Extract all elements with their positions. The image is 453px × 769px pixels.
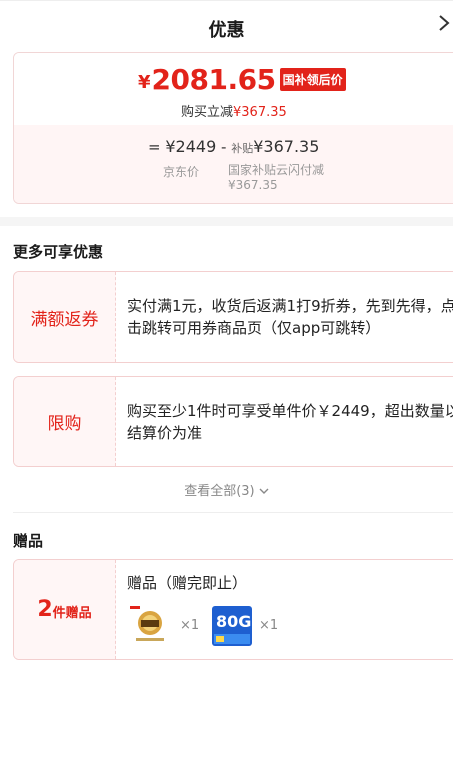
final-price-value: 2081.65: [151, 63, 277, 96]
price-breakdown: = ¥2449 - 补贴¥367.35 京东价 国家补贴云闪付减 ¥367.35: [14, 125, 453, 203]
gift-card: 2 件赠品 赠品（赠完即止） ×1 80G ×1: [13, 559, 453, 660]
gift-count-number: 2: [37, 597, 53, 622]
view-all-button[interactable]: 查看全部(3): [0, 480, 453, 499]
equals-sign: =: [148, 138, 161, 156]
currency-symbol: ¥: [138, 72, 151, 93]
instant-reduce: 购买立减¥367.35: [181, 101, 287, 120]
gift-qty-1: ×1: [180, 618, 200, 633]
gift-badge-image[interactable]: [128, 604, 172, 648]
reduce-amount: ¥367.35: [233, 105, 287, 120]
more-offers-title: 更多可享优惠: [13, 243, 104, 261]
subsidy-label-amount: ¥367.35: [228, 178, 278, 192]
offer-card-limit[interactable]: 限购 购买至少1件时可享受单件价￥2449，超出数量以结算价为准: [13, 376, 453, 467]
subsidy-small-label: 补贴: [231, 142, 254, 155]
gift-count: 2 件赠品: [14, 560, 116, 659]
header: 优惠: [0, 0, 453, 55]
page-title: 优惠: [208, 20, 245, 41]
offer-tag-limit: 限购: [14, 377, 116, 466]
subsidy-label: 国家补贴云闪付减 ¥367.35: [228, 163, 324, 193]
minus-sign: -: [221, 138, 227, 156]
gift-subtitle: 赠品（赠完即止）: [127, 574, 248, 592]
subsidy-label-text: 国家补贴云闪付减: [228, 163, 325, 177]
offer-tag-rebate: 满额返券: [14, 272, 116, 362]
price-summary-card: ¥ 2081.65 国补领后价 购买立减¥367.35 = ¥2449 - 补贴…: [13, 52, 453, 204]
section-gap: [0, 217, 453, 226]
chevron-right-icon[interactable]: [437, 13, 451, 39]
offer-card-rebate[interactable]: 满额返券 实付满1元，收货后返满1打9折券，先到先得，点击跳转可用券商品页（仅a…: [13, 271, 453, 363]
offer-text-limit: 购买至少1件时可享受单件价￥2449，超出数量以结算价为准: [127, 401, 453, 442]
chevron-down-icon: [259, 484, 269, 499]
reduce-label: 购买立减: [181, 105, 234, 120]
gifts-title: 赠品: [13, 532, 44, 550]
gift-data-card-label: 80G: [216, 612, 252, 631]
gift-data-card-image[interactable]: 80G: [210, 604, 254, 648]
jd-price-label: 京东价: [163, 165, 200, 179]
view-all-label: 查看全部(3): [184, 484, 255, 499]
final-price: ¥ 2081.65 国补领后价: [138, 63, 346, 96]
offer-text-rebate: 实付满1元，收货后返满1打9折券，先到先得，点击跳转可用券商品页（仅app可跳转…: [127, 297, 453, 337]
subsidy-price-tag: 国补领后价: [279, 68, 346, 91]
subsidy-value: ¥367.35: [253, 137, 320, 156]
price-formula: = ¥2449 - 补贴¥367.35: [148, 137, 319, 156]
divider: [13, 512, 453, 513]
gift-count-unit: 件赠品: [52, 606, 92, 621]
gift-qty-2: ×1: [259, 618, 279, 633]
jd-price-value: ¥2449: [165, 137, 217, 156]
